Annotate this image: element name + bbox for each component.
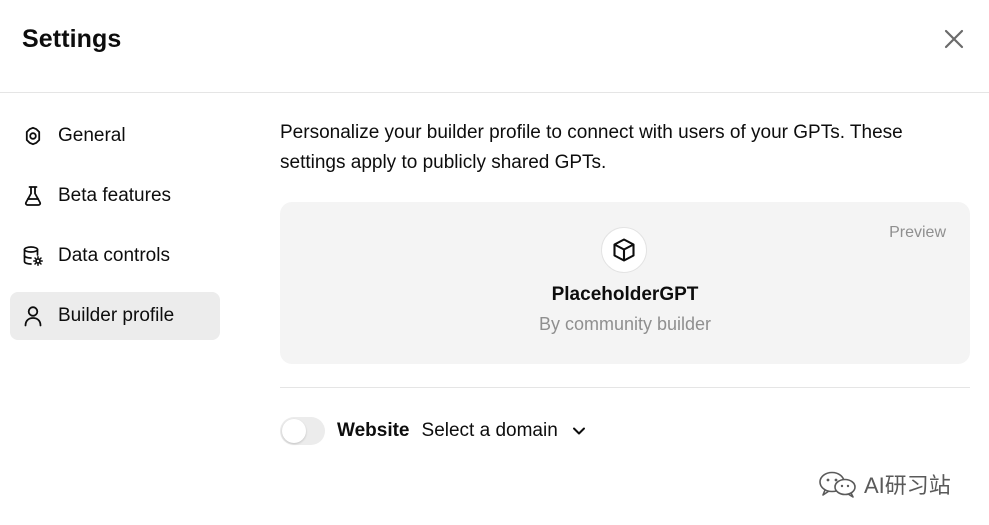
database-gear-icon	[22, 245, 44, 267]
sidebar-item-label: Beta features	[58, 185, 172, 206]
page-title: Settings	[22, 25, 122, 53]
toggle-knob	[282, 419, 306, 443]
sidebar-item-general[interactable]: General	[10, 112, 220, 160]
watermark-text: AI研习站	[864, 473, 951, 498]
close-icon	[944, 29, 964, 49]
chevron-down-icon	[572, 427, 585, 435]
gpt-preview-card: Preview PlaceholderGPT By community buil…	[280, 202, 970, 364]
flask-icon	[22, 185, 44, 207]
wechat-icon	[819, 471, 856, 498]
domain-select-value: Select a domain	[421, 420, 558, 441]
sidebar-item-label: Data controls	[58, 245, 170, 266]
section-divider	[280, 387, 970, 388]
preview-label: Preview	[889, 224, 946, 241]
gpt-avatar	[601, 227, 647, 273]
modal-header: Settings	[0, 0, 989, 93]
sidebar-item-label: General	[58, 125, 126, 146]
user-icon	[22, 305, 44, 327]
gpt-name: PlaceholderGPT	[551, 284, 699, 305]
website-label: Website	[337, 420, 410, 441]
settings-modal: Settings General Beta features Data cont…	[0, 0, 989, 525]
sidebar-item-label: Builder profile	[58, 305, 175, 326]
builder-profile-description: Personalize your builder profile to conn…	[280, 122, 903, 173]
domain-select[interactable]: Select a domain	[422, 420, 586, 442]
cube-icon	[613, 238, 635, 262]
sidebar-item-builder-profile[interactable]: Builder profile	[10, 292, 220, 340]
builder-profile-panel: Personalize your builder profile to conn…	[280, 118, 970, 445]
gpt-author: By community builder	[538, 314, 712, 334]
gear-icon	[22, 125, 44, 147]
close-button[interactable]	[939, 24, 969, 54]
website-toggle[interactable]	[280, 417, 325, 445]
website-row: Website Select a domain	[280, 416, 586, 446]
settings-sidebar: General Beta features Data controls Buil…	[10, 112, 220, 352]
watermark: AI研习站	[818, 468, 951, 500]
sidebar-item-data-controls[interactable]: Data controls	[10, 232, 220, 280]
sidebar-item-beta-features[interactable]: Beta features	[10, 172, 220, 220]
